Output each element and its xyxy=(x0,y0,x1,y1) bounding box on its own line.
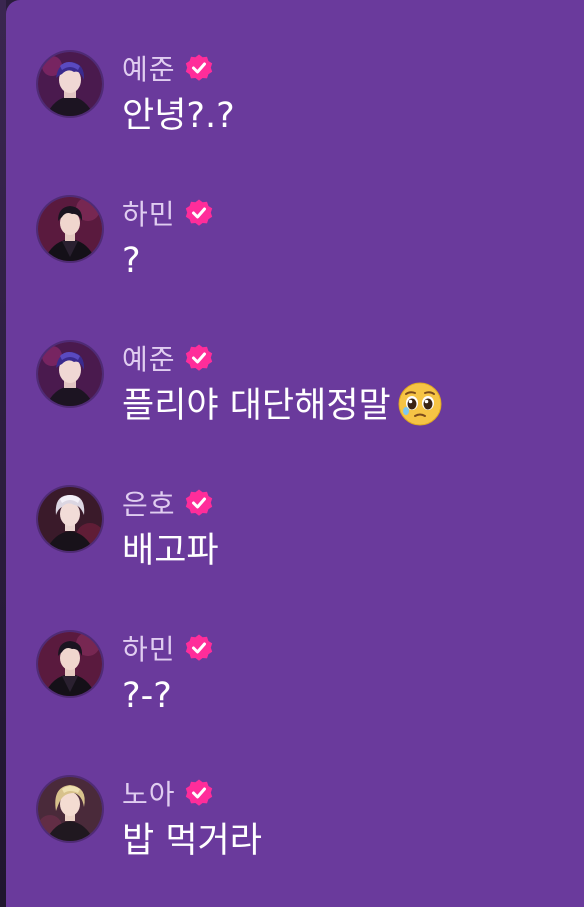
message-text: 밥 먹거라 xyxy=(122,821,262,861)
noah-avatar[interactable] xyxy=(38,777,102,841)
chat-message: 은호 배고파 xyxy=(6,483,584,623)
sender-name[interactable]: 예준 xyxy=(122,338,176,378)
sender-name[interactable]: 하민 xyxy=(122,628,176,668)
chat-panel[interactable]: 예준 안녕?.? 하민 ? 예준 플리야 대단해정말 은호 배고파 하민 ?-?… xyxy=(6,0,584,907)
chat-message: 예준 플리야 대단해정말 xyxy=(6,338,584,478)
chat-message: 예준 안녕?.? xyxy=(6,48,584,188)
message-text: ? xyxy=(122,241,141,281)
chat-message: 하민 ? xyxy=(6,193,584,333)
hamin-avatar[interactable] xyxy=(38,632,102,696)
message-text: 배고파 xyxy=(122,531,219,571)
message-text: ?-? xyxy=(122,676,172,716)
yejun-avatar[interactable] xyxy=(38,342,102,406)
sender-name[interactable]: 하민 xyxy=(122,193,176,233)
hamin-avatar[interactable] xyxy=(38,197,102,261)
verified-badge-icon xyxy=(185,54,212,81)
message-text: 안녕?.? xyxy=(122,96,235,136)
message-text: 플리야 대단해정말 xyxy=(122,382,443,428)
verified-badge-icon xyxy=(185,779,212,806)
verified-badge-icon xyxy=(185,344,212,371)
verified-badge-icon xyxy=(185,489,212,516)
message-text-body: 플리야 대단해정말 xyxy=(122,386,391,426)
verified-badge-icon xyxy=(185,199,212,226)
verified-badge-icon xyxy=(185,634,212,661)
eunho-avatar[interactable] xyxy=(38,487,102,551)
sender-name[interactable]: 예준 xyxy=(122,48,176,88)
chat-message: 하민 ?-? xyxy=(6,628,584,768)
yejun-avatar[interactable] xyxy=(38,52,102,116)
chat-message: 노아 밥 먹거라 xyxy=(6,773,584,907)
sender-name[interactable]: 은호 xyxy=(122,483,176,523)
sender-name[interactable]: 노아 xyxy=(122,773,176,813)
pleading-face-emoji xyxy=(398,382,442,426)
